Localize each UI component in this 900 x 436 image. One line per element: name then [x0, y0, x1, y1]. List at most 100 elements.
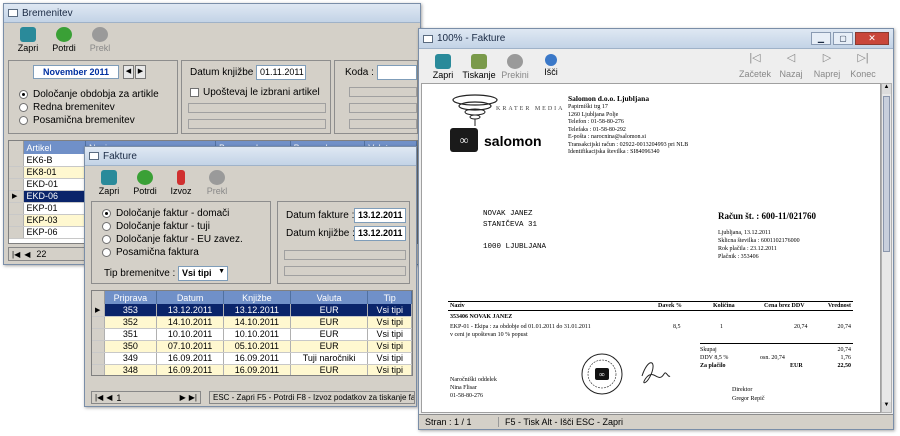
exit-icon	[101, 170, 117, 185]
stop-button[interactable]: Prekini	[497, 53, 533, 80]
cell: 349	[104, 352, 158, 365]
prev-month-button[interactable]: ◀	[123, 65, 134, 79]
datum-fakture-input[interactable]: 13.12.2011	[354, 208, 406, 223]
radio-tuji[interactable]: Določanje faktur - tuji	[102, 220, 243, 233]
check-icon	[137, 170, 153, 185]
salomon-logo-icon: ∞	[450, 128, 478, 152]
vertical-scrollbar[interactable]: ▲ ▼	[881, 83, 892, 413]
faktura-type-panel: Določanje faktur - domači Določanje fakt…	[91, 201, 271, 284]
maximize-button[interactable]: ▢	[833, 32, 853, 45]
record-count: 1	[116, 392, 122, 403]
period-panel: November 2011 ◀ ▶ Določanje obdobja za a…	[8, 60, 178, 134]
cancel-button[interactable]: Prekl	[82, 26, 118, 53]
bremenitev-titlebar: Bremenitev	[4, 4, 420, 23]
search-button[interactable]: Išči	[533, 53, 569, 80]
fakture-toolbar: Zapri Potrdi Izvoz Prekl	[91, 169, 235, 196]
prev-record-button[interactable]: ◀	[24, 250, 30, 259]
radio-posamicna-faktura[interactable]: Posamična faktura	[102, 246, 243, 259]
check-icon	[56, 27, 72, 42]
confirm-button[interactable]: Potrdi	[127, 169, 163, 196]
cancel-icon	[92, 27, 108, 42]
cell: 348	[104, 364, 158, 375]
first-record-button[interactable]: |◀	[95, 393, 103, 402]
recipient-block: NOVAK JANEZ STANIČEVA 31 1000 LJUBLJANA	[483, 210, 547, 251]
datum-knjizbe-input[interactable]: 13.12.2011	[354, 226, 406, 241]
record-count: 22	[36, 249, 47, 259]
cell-artikel: EKP-03	[23, 214, 86, 227]
cell-artikel: EKP-06	[23, 226, 86, 239]
print-button[interactable]: Tiskanje	[461, 53, 497, 80]
table-row[interactable]: ▶ 353 13.12.2011 13.12.2011 EUR Vsi tipi	[92, 304, 412, 317]
invoice-page: KRATER MEDIA ∞ salomon Salomon d.o.o. Lj…	[428, 84, 876, 412]
table-row[interactable]: 351 10.10.2011 10.10.2011 EUR Vsi tipi	[92, 328, 412, 341]
col-knjizbe[interactable]: Knjižbe	[223, 291, 291, 304]
scroll-thumb[interactable]	[883, 96, 890, 252]
stamp-icon: ∞	[581, 353, 623, 395]
preview-statusbar: Stran : 1 / 1 F5 - Tisk Alt - Išči ESC -…	[419, 414, 893, 429]
confirm-button[interactable]: Potrdi	[46, 26, 82, 53]
col-tip[interactable]: Tip	[367, 291, 412, 304]
koda-input[interactable]	[377, 65, 417, 80]
table-row[interactable]: 349 16.09.2011 16.09.2011 Tuji naročniki Vsi…	[92, 352, 412, 365]
last-page-button[interactable]: ▷| Konec	[845, 53, 881, 80]
col-artikel[interactable]: Artikel	[23, 141, 86, 154]
invoice-meta: Ljubljana, 13.12.2011 Sklicna številka : …	[718, 230, 800, 260]
radio-domaci[interactable]: Določanje faktur - domači	[102, 207, 243, 220]
close-button[interactable]: Zapri	[91, 169, 127, 196]
month-field[interactable]: November 2011	[33, 65, 119, 79]
export-button[interactable]: Izvoz	[163, 169, 199, 196]
table-row[interactable]: 350 07.10.2011 05.10.2011 EUR Vsi tipi	[92, 340, 412, 353]
radio-posamicna[interactable]: Posamična bremenitev	[19, 114, 159, 127]
signature-icon	[641, 362, 671, 384]
cell: 07.10.2011	[156, 340, 224, 353]
preview-toolbar: Zapri Tiskanje Prekini Išči	[425, 53, 569, 80]
koda-panel: Koda :	[334, 60, 418, 134]
checkbox-izbrani[interactable]	[190, 87, 199, 97]
last-record-button[interactable]: ▶|	[189, 393, 197, 402]
company-block: Salomon d.o.o. Ljubljana Papirniški trg …	[568, 94, 689, 155]
scroll-down-icon[interactable]: ▼	[882, 402, 891, 412]
col-valuta[interactable]: Valuta	[290, 291, 369, 304]
status-text: ESC - Zapri F5 - Potrdi F8 - Izvoz podat…	[213, 393, 415, 402]
svg-text:∞: ∞	[599, 370, 605, 379]
cell: 352	[104, 316, 158, 329]
cell: 16.09.2011	[156, 352, 224, 365]
cell: 13.12.2011	[223, 304, 291, 317]
first-page-button[interactable]: |◁ Začetek	[737, 53, 773, 80]
close-button[interactable]: Zapri	[425, 53, 461, 80]
checkbox-row[interactable]: Upoštevaj le izbrani artikel	[190, 87, 320, 98]
cell: 351	[104, 328, 158, 341]
salomon-logo-text: salomon	[484, 133, 542, 149]
cell: 14.10.2011	[223, 316, 291, 329]
datum-input[interactable]: 01.11.2011	[256, 65, 306, 80]
invoice-title: Račun št. : 600-11/021760	[718, 211, 817, 221]
next-month-button[interactable]: ▶	[135, 65, 146, 79]
col-datum[interactable]: Datum	[156, 291, 224, 304]
col-priprava[interactable]: Priprava	[104, 291, 158, 304]
cancel-icon	[507, 54, 523, 69]
table-row[interactable]: 352 14.10.2011 14.10.2011 EUR Vsi tipi	[92, 316, 412, 329]
radio-obdobje[interactable]: Določanje obdobja za artikle	[19, 88, 159, 101]
scroll-up-icon[interactable]: ▲	[882, 84, 891, 94]
cell-artikel: EKP-01	[23, 202, 86, 215]
next-record-button[interactable]: ▶	[180, 393, 186, 402]
cancel-button[interactable]: Prekl	[199, 169, 235, 196]
bremenitev-navbar: |◀ ◀ 22	[8, 247, 88, 261]
document-viewport[interactable]: KRATER MEDIA ∞ salomon Salomon d.o.o. Lj…	[421, 83, 881, 413]
cell-artikel: EK8-01	[23, 166, 86, 179]
tip-select[interactable]: Vsi tipi ▼	[178, 266, 228, 281]
krater-logo-icon	[452, 94, 498, 126]
radio-eu[interactable]: Določanje faktur - EU zavez.	[102, 233, 243, 246]
minimize-button[interactable]: ▁	[811, 32, 831, 45]
prev-page-button[interactable]: ◁ Nazaj	[773, 53, 809, 80]
cell: 05.10.2011	[223, 340, 291, 353]
datum-knjizbe-label: Datum knjižbe :	[286, 228, 355, 239]
close-window-button[interactable]: ✕	[855, 32, 889, 45]
table-row[interactable]: 348 16.09.2011 16.09.2011 EUR Vsi tipi	[92, 364, 412, 375]
first-record-button[interactable]: |◀	[12, 250, 20, 259]
prev-record-button[interactable]: ◀	[106, 393, 112, 402]
close-button[interactable]: Zapri	[10, 26, 46, 53]
next-page-button[interactable]: ▷ Naprej	[809, 53, 845, 80]
radio-redna[interactable]: Redna bremenitev	[19, 101, 159, 114]
tip-label: Tip bremenitve :	[104, 268, 176, 279]
